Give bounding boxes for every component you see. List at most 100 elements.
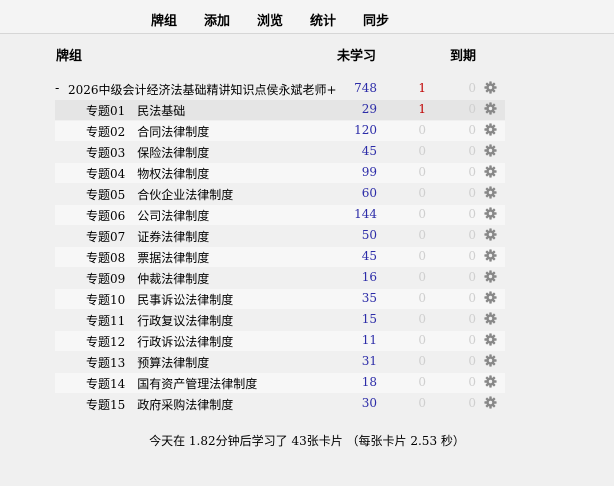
nav-decks[interactable]: 牌组	[151, 10, 177, 29]
deck-name[interactable]: 专题10 民事诉讼法律制度	[86, 291, 233, 308]
due-count: 0	[468, 186, 476, 200]
new-count: 31	[361, 354, 377, 368]
deck-row: 专题10 民事诉讼法律制度 35 0 0	[55, 289, 505, 309]
due-count: 0	[468, 165, 476, 179]
due-count: 0	[468, 354, 476, 368]
deck-name[interactable]: 专题14 国有资产管理法律制度	[86, 375, 257, 392]
deck-name[interactable]: 专题02 合同法律制度	[86, 123, 209, 140]
new-count: 29	[361, 102, 377, 116]
header-new: 未学习	[337, 49, 377, 64]
gear-icon[interactable]	[484, 375, 497, 388]
deck-row: 专题14 国有资产管理法律制度 18 0 0	[55, 373, 505, 393]
learn-count: 1	[418, 102, 426, 116]
deck-name[interactable]: 专题06 公司法律制度	[86, 207, 209, 224]
learn-count: 0	[418, 165, 426, 179]
gear-icon[interactable]	[484, 123, 497, 136]
gear-icon[interactable]	[484, 207, 497, 220]
gear-icon[interactable]	[484, 81, 497, 94]
new-count: 144	[354, 207, 377, 221]
learn-count: 0	[418, 270, 426, 284]
deck-name[interactable]: 专题01 民法基础	[86, 102, 185, 119]
learn-count: 0	[418, 144, 426, 158]
deck-name[interactable]: 专题07 证券法律制度	[86, 228, 209, 245]
new-count: 15	[361, 312, 377, 326]
header-due: 到期	[450, 49, 477, 64]
gear-icon[interactable]	[484, 165, 497, 178]
learn-count: 0	[418, 207, 426, 221]
learn-count: 0	[418, 186, 426, 200]
gear-icon[interactable]	[484, 333, 497, 346]
deck-row: 专题03 保险法律制度 45 0 0	[55, 142, 505, 162]
due-count: 0	[468, 249, 476, 263]
new-count: 30	[361, 396, 377, 410]
deck-name[interactable]: 专题03 保险法律制度	[86, 144, 209, 161]
new-count: 16	[361, 270, 377, 284]
learn-count: 0	[418, 375, 426, 389]
deck-row: 专题07 证券法律制度 50 0 0	[55, 226, 505, 246]
deck-name[interactable]: 专题08 票据法律制度	[86, 249, 209, 266]
due-count: 0	[468, 291, 476, 305]
study-summary: 今天在 1.82分钟后学习了 43张卡片 （每张卡片 2.53 秒）	[149, 434, 465, 448]
due-count: 0	[468, 396, 476, 410]
new-count: 120	[354, 123, 377, 137]
deck-name[interactable]: 专题15 政府采购法律制度	[86, 396, 233, 413]
due-count: 0	[468, 81, 476, 95]
deck-name[interactable]: 专题09 仲裁法律制度	[86, 270, 209, 287]
gear-icon[interactable]	[484, 249, 497, 262]
due-count: 0	[468, 333, 476, 347]
new-count: 60	[361, 186, 377, 200]
gear-icon[interactable]	[484, 291, 497, 304]
gear-icon[interactable]	[484, 270, 497, 283]
deck-name[interactable]: 专题05 合伙企业法律制度	[86, 186, 233, 203]
gear-icon[interactable]	[484, 186, 497, 199]
collapse-toggle[interactable]: -	[55, 81, 59, 95]
due-count: 0	[468, 207, 476, 221]
due-count: 0	[468, 270, 476, 284]
due-count: 0	[468, 102, 476, 116]
gear-icon[interactable]	[484, 396, 497, 409]
learn-count: 0	[418, 312, 426, 326]
learn-count: 0	[418, 123, 426, 137]
due-count: 0	[468, 228, 476, 242]
new-count: 748	[354, 81, 377, 95]
deck-row: 专题09 仲裁法律制度 16 0 0	[55, 268, 505, 288]
nav-stats[interactable]: 统计	[310, 10, 336, 29]
deck-row: 专题02 合同法律制度 120 0 0	[55, 121, 505, 141]
new-count: 45	[361, 249, 377, 263]
deck-row: 专题05 合伙企业法律制度 60 0 0	[55, 184, 505, 204]
deck-name[interactable]: 专题04 物权法律制度	[86, 165, 209, 182]
new-count: 18	[361, 375, 377, 389]
learn-count: 0	[418, 354, 426, 368]
due-count: 0	[468, 312, 476, 326]
learn-count: 0	[418, 249, 426, 263]
due-count: 0	[468, 375, 476, 389]
deck-name[interactable]: 专题12 行政诉讼法律制度	[86, 333, 233, 350]
deck-row: 专题01 民法基础 29 1 0	[55, 100, 505, 120]
deck-row: 专题08 票据法律制度 45 0 0	[55, 247, 505, 267]
nav-browse[interactable]: 浏览	[257, 10, 283, 29]
deck-row: 专题12 行政诉讼法律制度 11 0 0	[55, 331, 505, 351]
new-count: 11	[361, 333, 377, 347]
deck-row: 专题13 预算法律制度 31 0 0	[55, 352, 505, 372]
deck-name[interactable]: 2026中级会计经济法基础精讲知识点侯永斌老师+	[68, 81, 337, 98]
new-count: 35	[361, 291, 377, 305]
gear-icon[interactable]	[484, 102, 497, 115]
gear-icon[interactable]	[484, 144, 497, 157]
new-count: 99	[361, 165, 377, 179]
new-count: 50	[361, 228, 377, 242]
due-count: 0	[468, 144, 476, 158]
learn-count: 0	[418, 396, 426, 410]
learn-count: 0	[418, 333, 426, 347]
nav-sync[interactable]: 同步	[363, 10, 389, 29]
new-count: 45	[361, 144, 377, 158]
deck-row: 专题04 物权法律制度 99 0 0	[55, 163, 505, 183]
due-count: 0	[468, 123, 476, 137]
gear-icon[interactable]	[484, 228, 497, 241]
gear-icon[interactable]	[484, 354, 497, 367]
nav-add[interactable]: 添加	[204, 10, 230, 29]
parent-deck-row: - 2026中级会计经济法基础精讲知识点侯永斌老师+ 748 1 0	[55, 80, 505, 98]
deck-name[interactable]: 专题13 预算法律制度	[86, 354, 209, 371]
deck-row: 专题11 行政复议法律制度 15 0 0	[55, 310, 505, 330]
gear-icon[interactable]	[484, 312, 497, 325]
deck-name[interactable]: 专题11 行政复议法律制度	[86, 312, 233, 329]
